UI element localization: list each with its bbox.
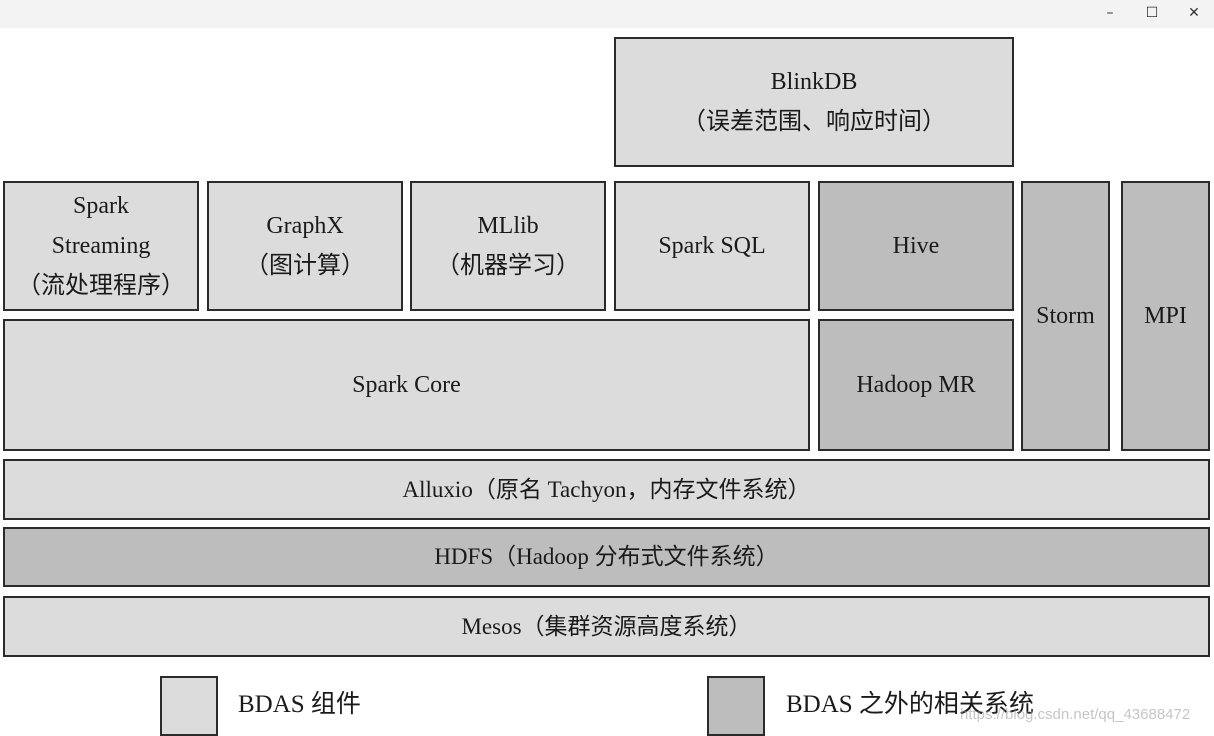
spark-streaming-block: Spark Streaming （流处理程序）	[3, 181, 199, 311]
storm-block: Storm	[1021, 181, 1110, 451]
minimize-button[interactable]: –	[1088, 0, 1132, 26]
legend-swatch-related-system	[707, 676, 765, 736]
spark-core-block: Spark Core	[3, 319, 810, 451]
graphx-block: GraphX （图计算）	[207, 181, 403, 311]
alluxio-block: Alluxio（原名 Tachyon，内存文件系统）	[3, 459, 1210, 520]
mesos-title: Mesos（集群资源高度系统）	[461, 613, 752, 639]
spark-streaming-line2: Streaming	[51, 233, 151, 259]
legend-label-bdas-component: BDAS 组件	[238, 691, 361, 718]
hdfs-block: HDFS（Hadoop 分布式文件系统）	[3, 527, 1210, 587]
maximize-button[interactable]: ☐	[1130, 0, 1174, 26]
spark-sql-title: Spark SQL	[658, 233, 766, 259]
legend-swatch-bdas-component	[160, 676, 218, 736]
hdfs-title: HDFS（Hadoop 分布式文件系统）	[434, 544, 779, 569]
maximize-icon: ☐	[1145, 5, 1159, 21]
blinkdb-subtitle: （误差范围、响应时间）	[682, 109, 946, 135]
graphx-title: GraphX	[266, 213, 344, 239]
mpi-block: MPI	[1121, 181, 1210, 451]
watermark-text: https://blog.csdn.net/qq_43688472	[960, 706, 1191, 723]
hadoop-mr-title: Hadoop MR	[856, 372, 976, 398]
spark-core-title: Spark Core	[352, 372, 461, 398]
blinkdb-block: BlinkDB （误差范围、响应时间）	[614, 37, 1014, 167]
mllib-block: MLlib （机器学习）	[410, 181, 606, 311]
hadoop-mr-block: Hadoop MR	[818, 319, 1014, 451]
mllib-subtitle: （机器学习）	[436, 253, 580, 279]
graphx-subtitle: （图计算）	[245, 253, 365, 279]
hive-block: Hive	[818, 181, 1014, 311]
spark-streaming-line3: （流处理程序）	[17, 273, 185, 299]
alluxio-title: Alluxio（原名 Tachyon，内存文件系统）	[402, 476, 811, 502]
minimize-icon: –	[1106, 5, 1114, 21]
blinkdb-title: BlinkDB	[770, 69, 858, 95]
spark-streaming-line1: Spark	[73, 193, 129, 219]
close-button[interactable]: ✕	[1172, 0, 1214, 26]
mllib-title: MLlib	[477, 213, 539, 239]
mesos-block: Mesos（集群资源高度系统）	[3, 596, 1210, 657]
spark-sql-block: Spark SQL	[614, 181, 810, 311]
storm-title: Storm	[1036, 303, 1095, 329]
window-titlebar: – ☐ ✕	[0, 0, 1214, 28]
close-icon: ✕	[1188, 5, 1200, 21]
hive-title: Hive	[892, 233, 940, 259]
mpi-title: MPI	[1144, 303, 1187, 329]
